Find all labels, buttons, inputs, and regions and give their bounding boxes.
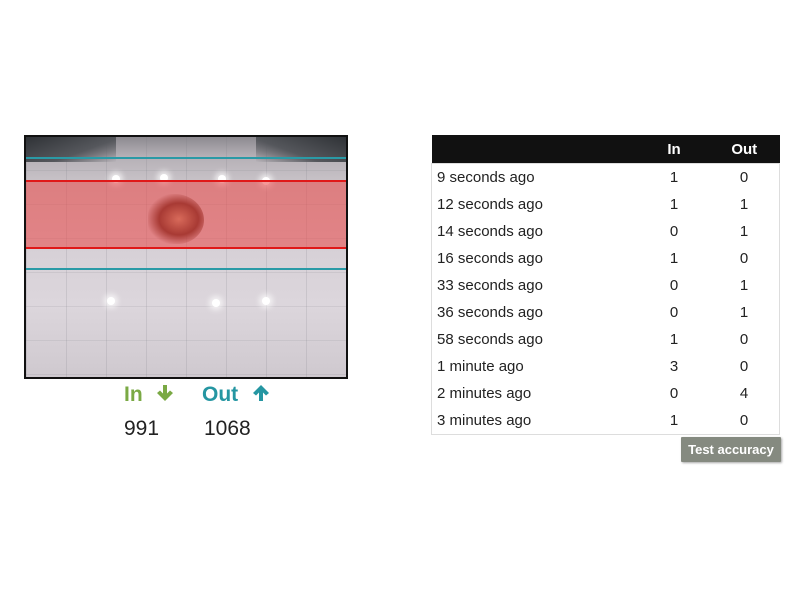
in-counter: In 991 [124,383,175,440]
header-in: In [639,135,709,164]
row-out-count: 1 [739,196,749,213]
header-out: Out [709,135,780,164]
table-row: 33 seconds ago 0 1 [432,272,780,299]
row-time: 33 seconds ago [437,277,543,294]
row-out-count: 0 [709,407,780,435]
table-header: In Out [431,135,780,164]
camera-feed [24,135,348,379]
row-in-count: 0 [669,385,679,402]
row-time: 36 seconds ago [437,304,543,321]
table-row: 12 seconds ago 1 1 [432,191,780,218]
row-time: 12 seconds ago [437,196,543,213]
row-time: 16 seconds ago [437,250,543,267]
table-row: 9 seconds ago 1 0 [432,164,780,192]
table-row: 16 seconds ago 1 0 [432,245,780,272]
table-row: 2 minutes ago 0 4 [432,380,780,407]
light-reflection [212,299,220,307]
row-in-count: 1 [669,196,679,213]
row-time: 9 seconds ago [437,169,535,186]
row-time: 58 seconds ago [437,331,543,348]
header-time [431,135,639,164]
floor-tiles [26,137,346,377]
history-rows: 9 seconds ago 1 0 12 seconds ago 1 1 14 second… [431,163,780,435]
row-in-count: 1 [669,331,679,348]
row-out-count: 0 [739,358,749,375]
row-out-count: 0 [739,169,749,186]
row-in-count: 1 [669,250,679,267]
row-in-count: 1 [639,407,709,435]
in-count: 991 [124,417,160,440]
table-row: 36 seconds ago 0 1 [432,299,780,326]
light-reflection [262,297,270,305]
row-out-count: 4 [739,385,749,402]
row-time: 3 minutes ago [431,407,639,435]
row-out-count: 1 [739,277,749,294]
row-in-count: 1 [669,169,679,186]
row-out-count: 0 [739,331,749,348]
row-in-count: 0 [669,277,679,294]
row-time: 1 minute ago [437,358,524,375]
row-out-count: 1 [739,223,749,240]
arrow-up-icon [251,383,271,408]
row-in-count: 0 [669,304,679,321]
table-row: 58 seconds ago 1 0 [432,326,780,353]
out-counter: Out 1068 [202,383,271,440]
table-row: 3 minutes ago 1 0 [431,407,780,435]
lower-boundary-line [26,268,346,270]
detected-person [148,194,204,244]
upper-boundary-line [26,157,346,159]
table-row: 1 minute ago 3 0 [432,353,780,380]
table-row: 14 seconds ago 0 1 [432,218,780,245]
row-time: 14 seconds ago [437,223,543,240]
test-accuracy-button[interactable]: Test accuracy [681,437,781,462]
out-count: 1068 [204,417,251,440]
row-in-count: 3 [669,358,679,375]
out-label: Out [202,383,239,406]
light-reflection [107,297,115,305]
row-out-count: 0 [739,250,749,267]
in-label: In [124,383,143,406]
row-in-count: 0 [669,223,679,240]
arrow-down-icon [155,383,175,408]
row-time: 2 minutes ago [437,385,532,402]
history-table: In Out 9 seconds ago 1 0 12 seconds ago 1 1 14… [431,135,780,435]
row-out-count: 1 [739,304,749,321]
